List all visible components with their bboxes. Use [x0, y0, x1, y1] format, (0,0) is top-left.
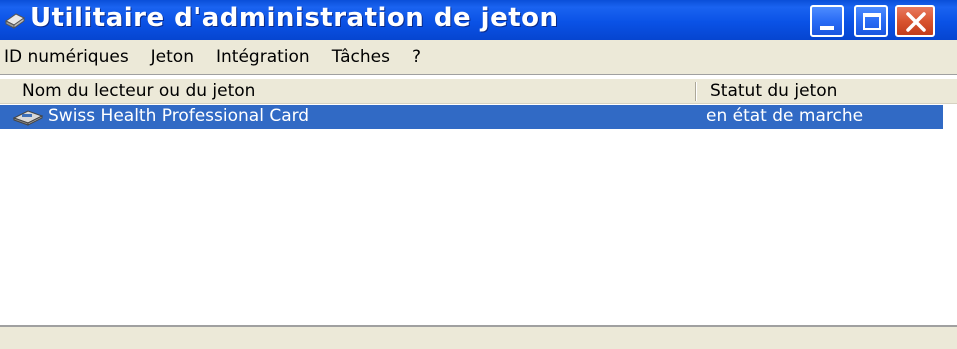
status-bar [0, 325, 957, 349]
menu-bar: ID numériques Jeton Intégration Tâches ? [0, 40, 957, 74]
menu-tasks[interactable]: Tâches [321, 47, 401, 67]
column-header-reader-name[interactable]: Nom du lecteur ou du jeton [22, 81, 255, 101]
token-list[interactable]: Nom du lecteur ou du jeton Statut du jet… [0, 74, 957, 325]
title-bar[interactable]: Utilitaire d'administration de jeton [0, 0, 957, 40]
maximize-button[interactable] [854, 5, 888, 37]
maximize-icon [863, 13, 881, 30]
list-header: Nom du lecteur ou du jeton Statut du jet… [0, 79, 957, 104]
menu-digital-ids[interactable]: ID numériques [0, 47, 140, 67]
menu-token[interactable]: Jeton [140, 47, 205, 67]
smartcard-reader-icon [5, 13, 25, 29]
table-row[interactable]: Swiss Health Professional Card en état d… [0, 105, 943, 129]
window-title: Utilitaire d'administration de jeton [30, 3, 559, 33]
close-icon [906, 12, 926, 32]
column-header-token-status[interactable]: Statut du jeton [710, 81, 837, 101]
token-status: en état de marche [706, 106, 864, 126]
menu-integration[interactable]: Intégration [205, 47, 321, 67]
minimize-button[interactable] [810, 5, 844, 37]
token-name: Swiss Health Professional Card [48, 106, 310, 126]
smartcard-reader-icon [12, 110, 44, 126]
column-divider[interactable] [695, 82, 697, 101]
menu-help[interactable]: ? [401, 47, 432, 67]
minimize-icon [820, 26, 834, 30]
close-button[interactable] [895, 5, 935, 37]
